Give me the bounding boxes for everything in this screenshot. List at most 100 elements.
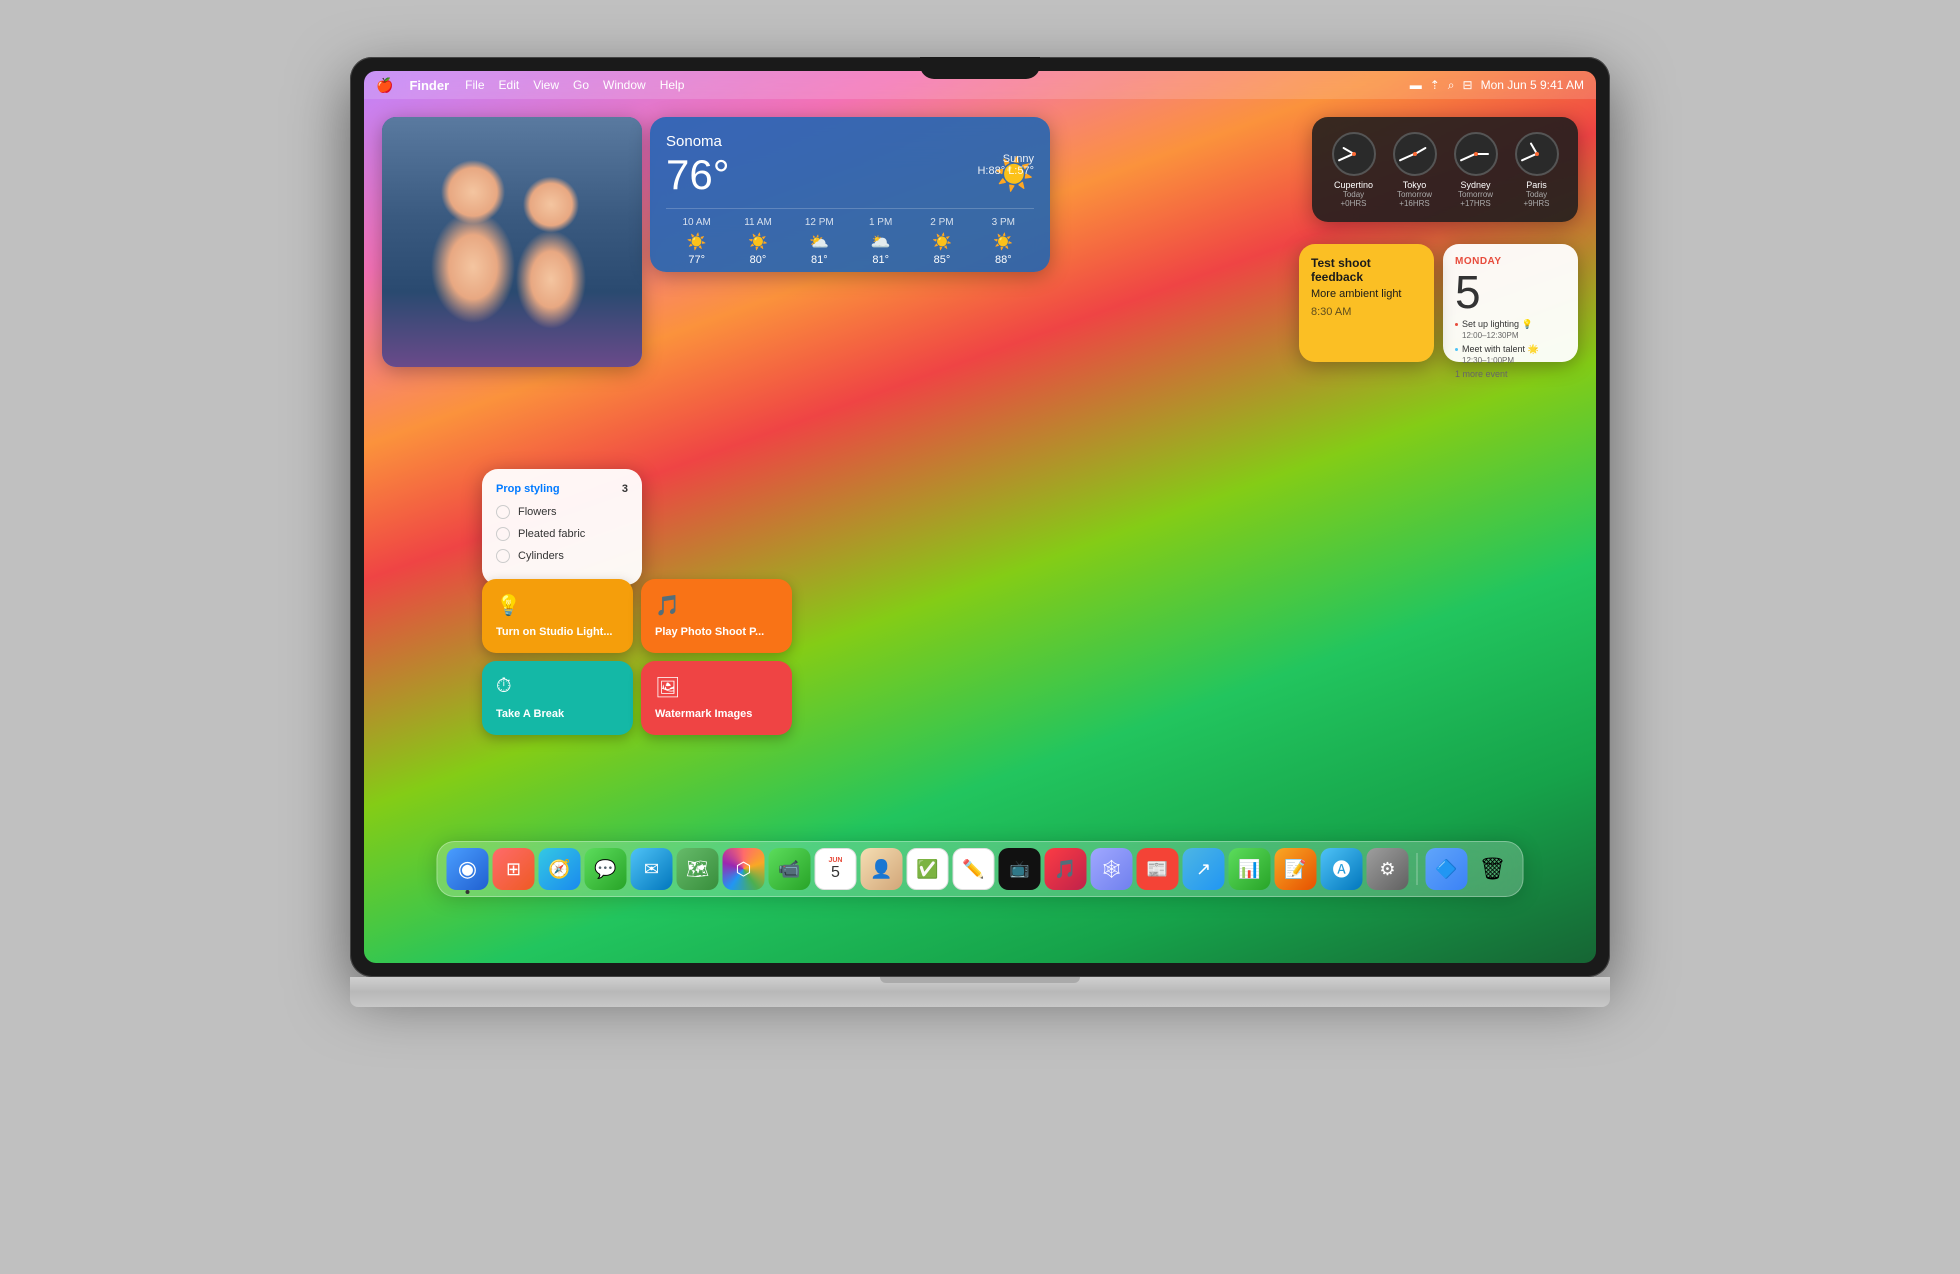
- clock-offset-sydney: +17HRS: [1460, 199, 1490, 208]
- shortcut-icon-watermark: 🖼: [655, 675, 778, 700]
- shortcut-studio-light[interactable]: 💡 Turn on Studio Light...: [482, 579, 633, 653]
- notes-widget[interactable]: Test shoot feedback More ambient light 8…: [1299, 244, 1434, 362]
- clock-face-tokyo: [1393, 132, 1437, 176]
- cal-event-dot-2: [1455, 348, 1458, 351]
- dock-calendar[interactable]: JUN 5: [815, 848, 857, 890]
- dock-photos[interactable]: ⬡: [723, 848, 765, 890]
- menubar-go[interactable]: Go: [573, 78, 589, 92]
- menubar-datetime: Mon Jun 5 9:41 AM: [1481, 78, 1584, 92]
- clock-sydney: Sydney Tomorrow +17HRS: [1450, 132, 1501, 208]
- dock-music[interactable]: 🎵: [1045, 848, 1087, 890]
- screen: 🍎 Finder File Edit View Go Window Help ▬…: [364, 71, 1596, 963]
- dock-maps[interactable]: 🗺: [677, 848, 719, 890]
- menubar-window[interactable]: Window: [603, 78, 646, 92]
- dock-contacts[interactable]: 👤: [861, 848, 903, 890]
- weather-widget[interactable]: Sonoma 76° ☀️ Sunny H:88° L:57°: [650, 117, 1050, 272]
- reminder-item-1: Flowers: [496, 505, 628, 519]
- macbook-hinge: [880, 977, 1080, 983]
- dock-appletv[interactable]: 📺: [999, 848, 1041, 890]
- reminder-checkbox-3[interactable]: [496, 549, 510, 563]
- cal-event-title-2: Meet with talent 🌟: [1462, 344, 1539, 356]
- freeform-icon: ✏️: [962, 859, 984, 880]
- clock-city-paris: Paris: [1526, 180, 1547, 190]
- dock-launchpad[interactable]: ⊞: [493, 848, 535, 890]
- weather-condition-block: ☀️ Sunny H:88° L:57°: [977, 155, 1034, 177]
- contacts-icon: 👤: [870, 859, 892, 880]
- migration-icon: ↗: [1196, 859, 1211, 880]
- weather-forecast: 10 AM ☀️ 77° 11 AM ☀️ 80° 12 PM ⛅ 81: [666, 208, 1034, 266]
- dock-safari[interactable]: 🧭: [539, 848, 581, 890]
- weather-hour-2: 11 AM ☀️ 80°: [727, 217, 788, 266]
- shortcut-label-break: Take A Break: [496, 708, 619, 721]
- clock-face-sydney: [1454, 132, 1498, 176]
- menubar-left: 🍎 Finder File Edit View Go Window Help: [376, 77, 684, 94]
- wifi-icon: ⇡: [1430, 78, 1440, 92]
- clock-paris: Paris Today +9HRS: [1511, 132, 1562, 208]
- weather-lo: L:57°: [1008, 165, 1034, 177]
- calendar-widget[interactable]: MONDAY 5 Set up lighting 💡 12:00–12:30PM…: [1443, 244, 1578, 362]
- cal-event-text-1: Set up lighting 💡 12:00–12:30PM: [1462, 319, 1533, 341]
- clock-day-sydney: Tomorrow: [1458, 190, 1493, 199]
- dock-messages[interactable]: 💬: [585, 848, 627, 890]
- weather-hour-1: 10 AM ☀️ 77°: [666, 217, 727, 266]
- menubar-edit[interactable]: Edit: [499, 78, 520, 92]
- macbook-laptop: 🍎 Finder File Edit View Go Window Help ▬…: [280, 57, 1680, 1217]
- search-icon[interactable]: ⌕: [1448, 78, 1455, 93]
- dock-freeform[interactable]: ✏️: [953, 848, 995, 890]
- dock-reminders[interactable]: ✅: [907, 848, 949, 890]
- dock-trash[interactable]: 🗑: [1472, 848, 1514, 890]
- settings-icon: ⚙: [1379, 859, 1395, 880]
- cal-event-text-2: Meet with talent 🌟 12:30–1:00PM: [1462, 344, 1539, 366]
- photo-widget: [382, 117, 642, 367]
- menubar-file[interactable]: File: [465, 78, 484, 92]
- reminder-checkbox-2[interactable]: [496, 527, 510, 541]
- launchpad-icon: ⊞: [506, 859, 521, 880]
- cal-event-2: Meet with talent 🌟 12:30–1:00PM: [1455, 344, 1566, 366]
- dock-migration[interactable]: ↗: [1183, 848, 1225, 890]
- clock-tokyo: Tokyo Tomorrow +16HRS: [1389, 132, 1440, 208]
- clock-cupertino: Cupertino Today +0HRS: [1328, 132, 1379, 208]
- reminder-item-2: Pleated fabric: [496, 527, 628, 541]
- reminder-checkbox-1[interactable]: [496, 505, 510, 519]
- notch: [920, 57, 1040, 79]
- clock-face-paris: [1515, 132, 1559, 176]
- dock-mail[interactable]: ✉: [631, 848, 673, 890]
- dock-settings[interactable]: ⚙: [1367, 848, 1409, 890]
- screen-bezel: 🍎 Finder File Edit View Go Window Help ▬…: [350, 57, 1610, 977]
- battery-icon: ▬: [1410, 78, 1422, 92]
- clock-city-sydney: Sydney: [1460, 180, 1490, 190]
- reminders-widget[interactable]: Prop styling 3 Flowers Pleated fabric Cy…: [482, 469, 642, 585]
- apple-menu[interactable]: 🍎: [376, 77, 393, 94]
- menubar-help[interactable]: Help: [660, 78, 685, 92]
- dock-unknown[interactable]: 🔷: [1426, 848, 1468, 890]
- shortcut-label-light: Turn on Studio Light...: [496, 626, 619, 639]
- control-center-icon[interactable]: ⊟: [1463, 78, 1473, 92]
- dock-facetime[interactable]: 📹: [769, 848, 811, 890]
- dock-appstore[interactable]: 🅐: [1321, 848, 1363, 890]
- shortcut-icon-music: 🎵: [655, 593, 778, 618]
- weather-hour-3: 12 PM ⛅ 81°: [789, 217, 850, 266]
- unknown-icon: 🔷: [1435, 859, 1457, 880]
- dock-finder[interactable]: ◉: [447, 848, 489, 890]
- mindnode-icon: 🕸: [1100, 859, 1123, 880]
- menubar-items: File Edit View Go Window Help: [465, 78, 684, 92]
- dock-mindnode[interactable]: 🕸: [1091, 848, 1133, 890]
- menubar-view[interactable]: View: [533, 78, 559, 92]
- shortcut-take-break[interactable]: ⏱ Take A Break: [482, 661, 633, 735]
- photo-people-image: [382, 117, 642, 367]
- weather-hour-6: 3 PM ☀️ 88°: [973, 217, 1034, 266]
- photo-widget-content: [382, 117, 642, 367]
- shortcut-watermark[interactable]: 🖼 Watermark Images: [641, 661, 792, 735]
- clock-day-tokyo: Tomorrow: [1397, 190, 1432, 199]
- dock-news[interactable]: 📰: [1137, 848, 1179, 890]
- menubar-app-name[interactable]: Finder: [409, 78, 449, 93]
- clock-day-cupertino: Today: [1343, 190, 1364, 199]
- clock-center: [1413, 152, 1417, 156]
- dock-numbers[interactable]: 📊: [1229, 848, 1271, 890]
- cal-date: 5: [1455, 269, 1566, 315]
- desktop: Sonoma 76° ☀️ Sunny H:88° L:57°: [364, 99, 1596, 903]
- world-clocks-widget[interactable]: Cupertino Today +0HRS Tokyo Tomorrow: [1312, 117, 1578, 222]
- music-icon: 🎵: [1054, 859, 1076, 880]
- dock-pages[interactable]: 📝: [1275, 848, 1317, 890]
- shortcut-play-music[interactable]: 🎵 Play Photo Shoot P...: [641, 579, 792, 653]
